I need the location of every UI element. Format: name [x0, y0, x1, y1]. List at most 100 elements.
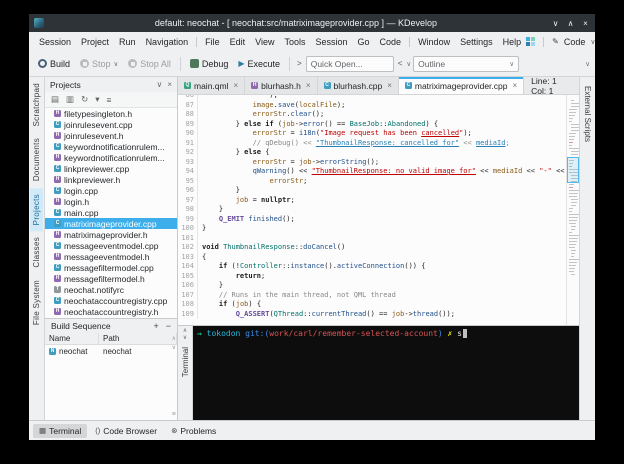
resize-grip-icon[interactable]: ≡ [172, 411, 176, 418]
file-tree-item[interactable]: Hneochataccountregistry.h [45, 306, 177, 317]
dock-tab-projects[interactable]: Projects [30, 188, 43, 231]
dock-tab-external-scripts[interactable]: External Scripts [581, 80, 594, 148]
dock-tab-classes[interactable]: Classes [30, 231, 43, 274]
line-number: 95 [178, 177, 198, 187]
menu-item-edit[interactable]: Edit [225, 37, 251, 47]
menu-item-settings[interactable]: Settings [455, 37, 498, 47]
menu-item-project[interactable]: Project [76, 37, 114, 47]
options-icon[interactable]: ≡ [106, 95, 111, 105]
editor-tab-blurhash-h[interactable]: Hblurhash.h× [245, 77, 317, 94]
chevron-down-icon[interactable]: ∨ [590, 38, 595, 46]
quick-open-input[interactable]: Quick Open... [306, 56, 394, 72]
close-tab-icon[interactable]: × [233, 81, 238, 90]
chevron-down-icon[interactable]: ∨ [114, 60, 119, 68]
editor-tab-matriximageprovider-cpp[interactable]: Cmatriximageprovider.cpp× [399, 77, 524, 94]
build-sequence-row[interactable]: N neochat neochat [45, 345, 177, 357]
reload-icon[interactable]: ↻ [81, 94, 88, 105]
minimize-icon[interactable]: ∨ [548, 19, 563, 28]
new-item-icon[interactable]: ▤ [51, 94, 59, 105]
stop-button[interactable]: Stop ∨ [76, 57, 122, 71]
file-tree-item[interactable]: Cmessagefiltermodel.cpp [45, 262, 177, 273]
file-tree-item[interactable]: Cmain.cpp [45, 207, 177, 218]
collapse-down-icon[interactable]: ∨ [183, 335, 187, 342]
file-tree-item[interactable]: Cmessageeventmodel.cpp [45, 240, 177, 251]
dock-tab-file-system[interactable]: File System [30, 274, 43, 331]
menu-item-session[interactable]: Session [311, 37, 353, 47]
scroll-down-icon[interactable]: ∨ [172, 344, 176, 351]
float-panel-icon[interactable]: ∨ [156, 80, 162, 89]
file-tree-item[interactable]: Hfiletypesingleton.h [45, 108, 177, 119]
debug-button[interactable]: Debug [186, 57, 233, 71]
menu-item-go[interactable]: Go [353, 37, 375, 47]
line-number: 87 [178, 101, 198, 111]
file-tree-item[interactable]: Clinkpreviewer.cpp [45, 163, 177, 174]
column-header-path[interactable]: Path [99, 333, 177, 344]
close-icon[interactable]: × [578, 19, 593, 28]
close-tab-icon[interactable]: × [512, 81, 517, 90]
code-area[interactable]: 86 );87 image.save(localFile);88 errorSt… [178, 95, 566, 325]
close-tab-icon[interactable]: × [306, 81, 311, 90]
menu-item-tools[interactable]: Tools [279, 37, 310, 47]
execute-button[interactable]: ▶ Execute [234, 57, 284, 71]
code-editor[interactable]: 86 );87 image.save(localFile);88 errorSt… [178, 95, 579, 325]
build-sequence-scrollbar[interactable]: ∧ ∨ ≡ [172, 335, 176, 418]
file-tree-item[interactable]: Hlogin.h [45, 196, 177, 207]
menu-item-navigation[interactable]: Navigation [141, 37, 194, 47]
file-tree-item[interactable]: Hmessageeventmodel.h [45, 251, 177, 262]
collapse-up-icon[interactable]: ∧ [183, 328, 187, 335]
dock-tab-documents[interactable]: Documents [30, 132, 43, 187]
file-tree-item[interactable]: Clogin.cpp [45, 185, 177, 196]
chevron-down-icon[interactable]: ∨ [406, 60, 411, 68]
file-tree-item[interactable]: Ckeywordnotificationrulem... [45, 141, 177, 152]
file-tree-item[interactable]: Cjoinrulesevent.cpp [45, 119, 177, 130]
terminal-output[interactable]: → tokodon git:(work/carl/remember-select… [193, 326, 579, 420]
editor-tab-main-qml[interactable]: Qmain.qml× [178, 77, 245, 94]
file-tree-item[interactable]: Hlinkpreviewer.h [45, 174, 177, 185]
code-line: 88 errorStr.clear(); [178, 110, 566, 120]
minimap[interactable] [566, 95, 579, 325]
area-grid-icon[interactable] [526, 37, 535, 46]
menu-item-run[interactable]: Run [114, 37, 141, 47]
minimap-viewport[interactable] [567, 157, 579, 183]
statusbar-toggle-code-browser[interactable]: ()Code Browser [89, 424, 163, 438]
add-button[interactable]: + [153, 321, 158, 331]
menu-item-help[interactable]: Help [498, 37, 527, 47]
project-file-tree[interactable]: Hfiletypesingleton.hCjoinrulesevent.cppH… [45, 108, 177, 318]
statusbar-toggle-problems[interactable]: ⊗Problems [165, 424, 222, 438]
editor-tab-blurhash-cpp[interactable]: Cblurhash.cpp× [318, 77, 399, 94]
pencil-icon: ✎ [552, 37, 559, 46]
file-tree-item[interactable]: Tneochat.notifyrc [45, 284, 177, 295]
close-tab-icon[interactable]: × [387, 81, 392, 90]
close-panel-icon[interactable]: × [167, 80, 172, 89]
h-file-icon: H [54, 198, 61, 205]
file-tree-item[interactable]: Hmessagefiltermodel.h [45, 273, 177, 284]
menu-item-window[interactable]: Window [413, 37, 455, 47]
file-tree-item[interactable]: Hjoinrulesevent.h [45, 130, 177, 141]
scroll-up-icon[interactable]: ∧ [172, 335, 176, 342]
maximize-icon[interactable]: ∧ [563, 19, 578, 28]
titlebar[interactable]: default: neochat - [ neochat:src/matrixi… [29, 14, 595, 32]
statusbar-toggle-terminal[interactable]: ▦Terminal [33, 424, 87, 438]
chevron-left-icon[interactable]: < [396, 59, 405, 68]
remove-button[interactable]: − [166, 321, 171, 331]
menu-item-session[interactable]: Session [34, 37, 76, 47]
menu-item-code[interactable]: Code [375, 37, 407, 47]
menu-item-file[interactable]: File [200, 37, 225, 47]
build-button[interactable]: Build [34, 57, 74, 71]
stop-all-button[interactable]: Stop All [124, 57, 175, 71]
duplicate-icon[interactable]: ▥ [66, 94, 74, 105]
chevron-down-icon[interactable]: ∨ [585, 60, 590, 68]
file-tree-item[interactable]: Hmatriximageprovider.h [45, 229, 177, 240]
area-selector[interactable]: Code [564, 37, 586, 47]
code-line: 104 if (!Controller::instance().activeCo… [178, 262, 566, 272]
filter-icon[interactable]: ▾ [95, 94, 99, 105]
column-header-name[interactable]: Name [45, 333, 99, 344]
outline-input[interactable]: Outline ∨ [413, 56, 519, 72]
file-tree-item[interactable]: Cneochataccountregistry.cpp [45, 295, 177, 306]
menu-item-view[interactable]: View [250, 37, 279, 47]
dock-tab-scratchpad[interactable]: Scratchpad [30, 77, 43, 132]
file-tree-item[interactable]: Hkeywordnotificationrulem... [45, 152, 177, 163]
toolbar-extension-icon[interactable]: > [295, 59, 304, 68]
build-sequence-title: Build Sequence [51, 321, 111, 331]
file-tree-item[interactable]: Cmatriximageprovider.cpp [45, 218, 177, 229]
